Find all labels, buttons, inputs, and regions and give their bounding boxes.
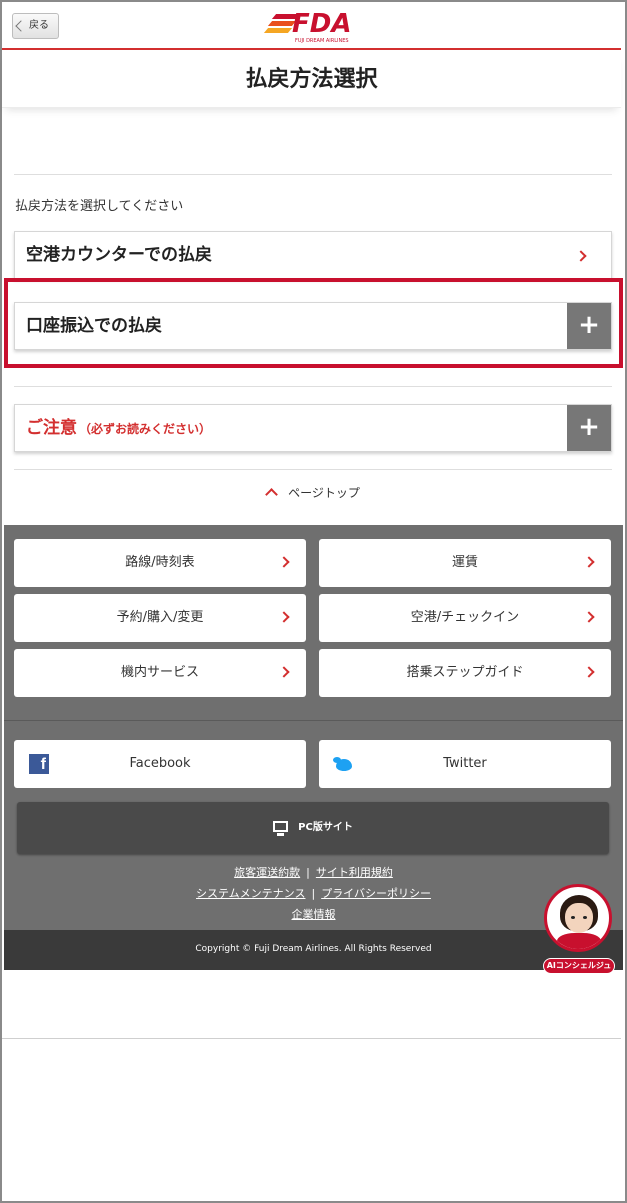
fda-logo[interactable]: FDA FUJI DREAM AIRLINES bbox=[263, 8, 364, 46]
chevron-left-icon bbox=[15, 20, 27, 32]
chevron-right-icon bbox=[575, 250, 587, 262]
notice-title: ご注意 bbox=[26, 418, 77, 438]
plus-icon[interactable]: + bbox=[567, 303, 611, 349]
notice-subtitle: （必ずお読みください） bbox=[79, 422, 212, 436]
back-button[interactable]: 戻る bbox=[12, 13, 59, 39]
monitor-icon bbox=[273, 821, 289, 836]
footer-nav-booking[interactable]: 予約/購入/変更 bbox=[14, 594, 306, 642]
footer-nav-checkin[interactable]: 空港/チェックイン bbox=[319, 594, 611, 642]
bottom-divider bbox=[2, 1038, 621, 1039]
twitter-button[interactable]: Twitter bbox=[319, 740, 611, 788]
plus-icon[interactable]: + bbox=[567, 405, 611, 451]
page-top-link[interactable]: ページトップ bbox=[0, 484, 627, 501]
page-title: 払戻方法選択 bbox=[245, 67, 378, 92]
footer-nav-routes[interactable]: 路線/時刻表 bbox=[14, 539, 306, 587]
notice-label: ご注意 （必ずお読みください） bbox=[26, 405, 211, 452]
logo-wing-1 bbox=[263, 28, 293, 33]
logo-text: FDA bbox=[292, 9, 352, 39]
divider bbox=[14, 174, 612, 175]
footer: 路線/時刻表 運賃 予約/購入/変更 空港/チェックイン 機内サービス 搭乗ステ… bbox=[4, 525, 623, 930]
footer-nav-fares[interactable]: 運賃 bbox=[319, 539, 611, 587]
link-maintenance[interactable]: システムメンテナンス bbox=[196, 887, 305, 900]
footer-links: 旅客運送約款 | サイト利用規約 システムメンテナンス | プライバシーポリシー 企業情… bbox=[4, 862, 623, 925]
chevron-right-icon bbox=[583, 611, 595, 623]
facebook-label: Facebook bbox=[129, 756, 191, 771]
notice-accordion[interactable]: ご注意 （必ずお読みください） + bbox=[14, 404, 612, 452]
copyright-text: Copyright © Fuji Dream Airlines. All Rig… bbox=[195, 944, 432, 954]
nav-label: 路線/時刻表 bbox=[125, 555, 195, 570]
concierge-avatar bbox=[544, 884, 612, 952]
chevron-right-icon bbox=[583, 666, 595, 678]
title-bar: 払戻方法選択 bbox=[2, 52, 621, 108]
link-separator: | bbox=[311, 887, 316, 900]
copyright-bar: Copyright © Fuji Dream Airlines. All Rig… bbox=[4, 930, 623, 970]
ai-concierge-button[interactable]: AIコンシェルジュ bbox=[543, 884, 615, 976]
link-terms-transport[interactable]: 旅客運送約款 bbox=[234, 866, 300, 879]
chevron-right-icon bbox=[278, 666, 290, 678]
header-bar: 戻る FDA FUJI DREAM AIRLINES bbox=[2, 2, 621, 50]
nav-label: 機内サービス bbox=[120, 665, 199, 680]
logo-tagline: FUJI DREAM AIRLINES bbox=[295, 38, 349, 44]
facebook-icon: f bbox=[29, 754, 49, 774]
option-label: 空港カウンターでの払戻 bbox=[26, 245, 212, 265]
facebook-button[interactable]: f Facebook bbox=[14, 740, 306, 788]
option-airport-counter[interactable]: 空港カウンターでの払戻 bbox=[14, 231, 612, 279]
footer-nav-boarding-guide[interactable]: 搭乗ステップガイド bbox=[319, 649, 611, 697]
chevron-right-icon bbox=[278, 556, 290, 568]
pc-site-label: PC版サイト bbox=[298, 822, 353, 833]
nav-label: 空港/チェックイン bbox=[410, 610, 520, 625]
link-separator: | bbox=[306, 866, 310, 879]
concierge-label: AIコンシェルジュ bbox=[543, 958, 615, 974]
footer-nav-inflight[interactable]: 機内サービス bbox=[14, 649, 306, 697]
intro-text: 払戻方法を選択してください bbox=[15, 199, 184, 214]
chevron-right-icon bbox=[583, 556, 595, 568]
divider bbox=[14, 469, 612, 470]
divider bbox=[14, 386, 612, 387]
link-terms-site[interactable]: サイト利用規約 bbox=[316, 866, 393, 879]
link-company[interactable]: 企業情報 bbox=[292, 908, 336, 921]
link-privacy[interactable]: プライバシーポリシー bbox=[321, 887, 431, 900]
option-bank-transfer[interactable]: 口座振込での払戻 + bbox=[14, 302, 612, 350]
nav-label: 運賃 bbox=[451, 555, 478, 570]
nav-label: 搭乗ステップガイド bbox=[406, 665, 524, 680]
pc-site-button[interactable]: PC版サイト bbox=[17, 802, 609, 854]
nav-label: 予約/購入/変更 bbox=[116, 610, 204, 625]
back-button-label: 戻る bbox=[29, 20, 49, 31]
twitter-icon bbox=[333, 755, 355, 773]
page-top-label: ページトップ bbox=[288, 486, 360, 500]
twitter-label: Twitter bbox=[443, 756, 487, 771]
option-label: 口座振込での払戻 bbox=[26, 316, 162, 336]
chevron-right-icon bbox=[278, 611, 290, 623]
footer-divider bbox=[4, 720, 623, 721]
caret-up-icon bbox=[265, 488, 278, 501]
